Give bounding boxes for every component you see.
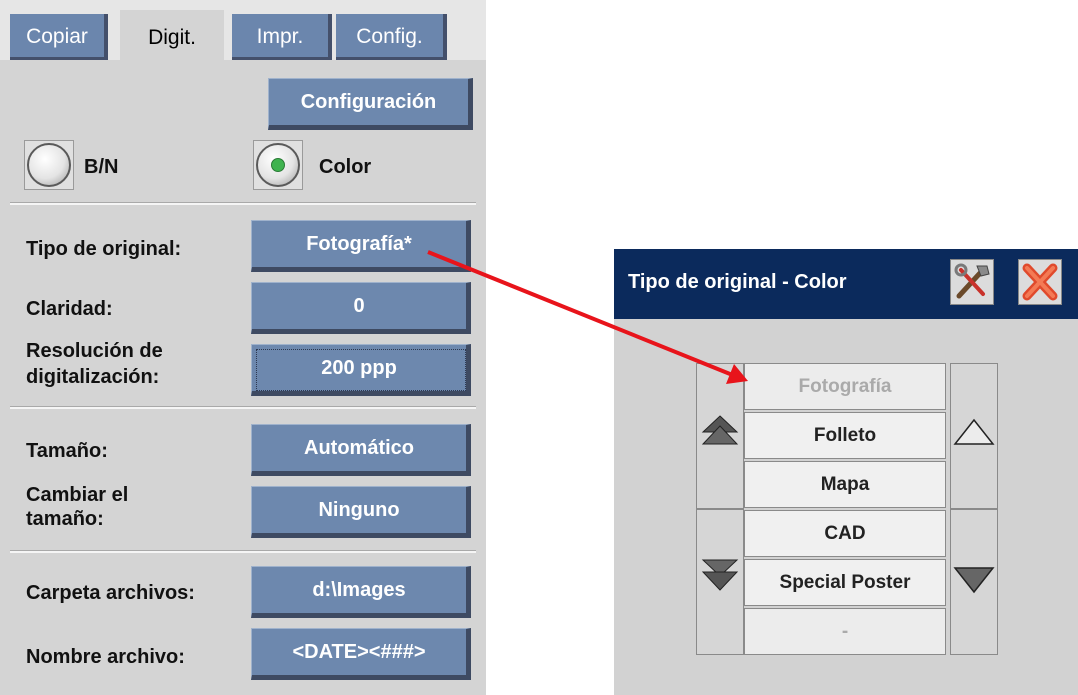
- original-type-button[interactable]: Fotografía*: [251, 220, 471, 272]
- scroll-down-button[interactable]: [950, 509, 998, 655]
- dialog-title-bar: Tipo de original - Color: [614, 249, 1078, 319]
- filename-button[interactable]: <DATE><###>: [251, 628, 471, 680]
- tools-icon: [954, 263, 990, 299]
- resize-label-line2: tamaño:: [26, 508, 104, 530]
- list-item-fotografia[interactable]: Fotografía: [744, 363, 946, 410]
- configuracion-button[interactable]: Configuración: [268, 78, 473, 130]
- list-item-mapa[interactable]: Mapa: [744, 461, 946, 508]
- tab-copiar[interactable]: Copiar: [10, 14, 108, 60]
- size-button[interactable]: Automático: [251, 424, 471, 476]
- list-item-special-poster[interactable]: Special Poster: [744, 559, 946, 606]
- resize-button[interactable]: Ninguno: [251, 486, 471, 538]
- scan-settings-panel: Copiar Digit. Impr. Config. Configuració…: [0, 0, 486, 695]
- resolution-button[interactable]: 200 ppp: [251, 344, 471, 396]
- original-type-list: Fotografía Folleto Mapa CAD Special Post…: [744, 363, 946, 655]
- double-down-icon: [701, 559, 739, 591]
- close-button[interactable]: [1018, 259, 1062, 305]
- folder-label: Carpeta archivos:: [26, 582, 195, 604]
- tab-digit[interactable]: Digit.: [120, 10, 224, 62]
- list-item-cad[interactable]: CAD: [744, 510, 946, 557]
- down-arrow-icon: [953, 567, 995, 594]
- page-up-button[interactable]: [696, 363, 744, 509]
- brightness-label: Claridad:: [26, 298, 113, 320]
- tab-bar: Copiar Digit. Impr. Config.: [0, 0, 486, 62]
- bw-radio-circle: [27, 143, 71, 187]
- radio-selected-dot: [271, 158, 285, 172]
- dialog-title: Tipo de original - Color: [628, 271, 847, 293]
- original-type-dialog: Tipo de original - Color Fotografía Foll…: [614, 249, 1078, 695]
- tab-impr[interactable]: Impr.: [232, 14, 332, 60]
- tools-button[interactable]: [950, 259, 994, 305]
- color-radio[interactable]: [253, 140, 303, 190]
- folder-button[interactable]: d:\Images: [251, 566, 471, 618]
- divider: [10, 550, 476, 553]
- resolution-label-line1: Resolución de: [26, 340, 163, 362]
- color-label: Color: [319, 156, 372, 178]
- list-item-folleto[interactable]: Folleto: [744, 412, 946, 459]
- list-item-empty[interactable]: -: [744, 608, 946, 655]
- bw-label: B/N: [84, 156, 119, 178]
- divider: [10, 202, 476, 205]
- filename-label: Nombre archivo:: [26, 646, 185, 668]
- bw-radio[interactable]: [24, 140, 74, 190]
- resize-label-line1: Cambiar el: [26, 484, 129, 506]
- close-icon: [1022, 263, 1058, 301]
- tab-config[interactable]: Config.: [336, 14, 447, 60]
- original-type-label: Tipo de original:: [26, 238, 182, 260]
- resolution-label-line2: digitalización:: [26, 366, 160, 388]
- up-arrow-icon: [953, 418, 995, 445]
- double-up-icon: [701, 415, 739, 445]
- color-radio-circle: [256, 143, 300, 187]
- scroll-up-button[interactable]: [950, 363, 998, 509]
- divider: [10, 406, 476, 409]
- brightness-button[interactable]: 0: [251, 282, 471, 334]
- page-down-button[interactable]: [696, 509, 744, 655]
- size-label: Tamaño:: [26, 440, 108, 462]
